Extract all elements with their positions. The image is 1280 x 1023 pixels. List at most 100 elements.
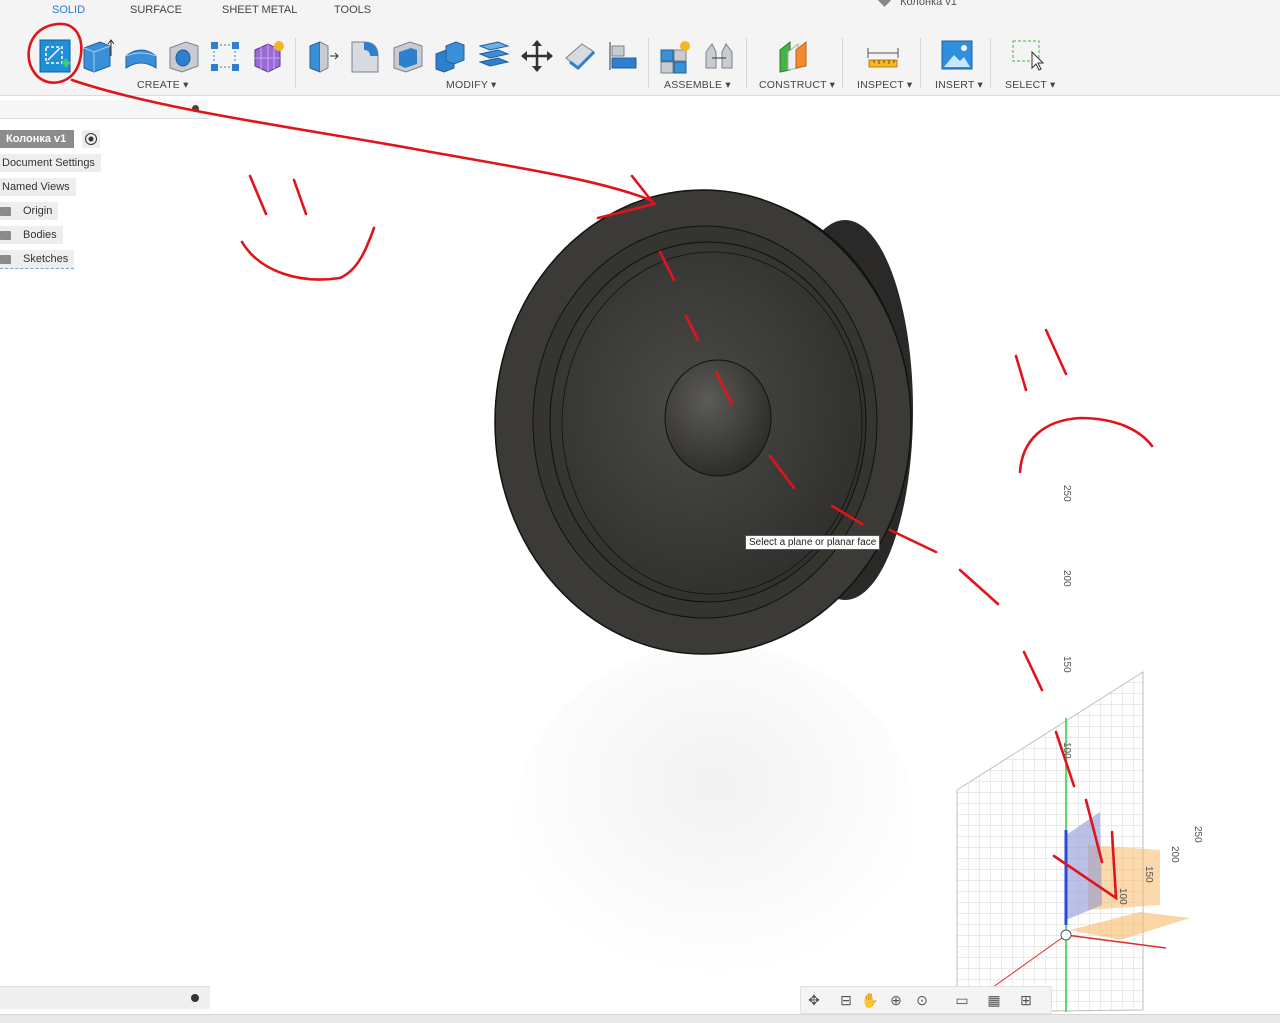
hole-button[interactable] xyxy=(166,38,200,74)
browser-item-document-settings[interactable]: Document Settings xyxy=(0,154,101,172)
toolbar-separator xyxy=(648,38,649,88)
select-menu[interactable]: SELECT ▾ xyxy=(1005,79,1055,91)
insert-image-button[interactable] xyxy=(940,38,974,74)
measure-icon xyxy=(867,48,899,68)
offset-face-icon xyxy=(565,43,596,70)
origin-point[interactable] xyxy=(1060,929,1072,941)
display-settings-icon[interactable]: ▭ xyxy=(953,992,971,1008)
grid-label: 100 xyxy=(1117,888,1128,905)
browser-item-sketches[interactable]: Sketches xyxy=(0,250,75,269)
create-menu[interactable]: CREATE ▾ xyxy=(137,79,189,91)
speaker-model[interactable] xyxy=(494,189,913,655)
annotation-smile-eye xyxy=(248,174,268,216)
browser-header xyxy=(0,100,208,119)
pan-icon[interactable]: ✋ xyxy=(861,992,879,1008)
insert-menu[interactable]: INSERT ▾ xyxy=(935,79,983,91)
origin-grid xyxy=(956,671,1190,1013)
annotation-frown-mouth xyxy=(1018,416,1154,474)
pattern-button[interactable] xyxy=(208,38,242,74)
annotation-dash xyxy=(658,250,676,282)
annotation-dash xyxy=(1022,650,1044,692)
construct-menu[interactable]: CONSTRUCT ▾ xyxy=(759,79,835,91)
assemble-menu[interactable]: ASSEMBLE ▾ xyxy=(664,79,731,91)
pattern-icon xyxy=(211,42,239,71)
new-component-icon xyxy=(660,41,690,74)
grid-label: 100 xyxy=(1061,742,1072,759)
annotation-arrow xyxy=(70,78,652,202)
revolve-button[interactable] xyxy=(124,38,158,74)
grid-label: 150 xyxy=(1061,656,1072,673)
fillet-button[interactable] xyxy=(348,38,382,74)
annotation-arrowhead xyxy=(596,174,657,220)
browser-item-origin[interactable]: Origin xyxy=(0,202,59,220)
folder-icon xyxy=(0,230,11,240)
grid-label: 200 xyxy=(1169,846,1180,863)
tab-sheet-metal[interactable]: SHEET METAL xyxy=(222,4,297,16)
orbit-icon[interactable]: ✥ xyxy=(805,992,823,1008)
toolbar: Колонка v1 SOLID SURFACE SHEET METAL TOO… xyxy=(0,0,1280,96)
shell-button[interactable] xyxy=(390,38,424,74)
browser-root-component[interactable]: Колонка v1 xyxy=(0,130,75,148)
select-icon xyxy=(1012,40,1045,71)
align-button[interactable] xyxy=(604,38,638,74)
floor-reflection xyxy=(515,645,915,995)
annotation-frown-eye xyxy=(1044,328,1068,376)
offset-plane-button[interactable] xyxy=(776,38,810,74)
grid-label: 250 xyxy=(1192,826,1203,843)
grid-labels: 250 200 150 100 250 200 150 100 xyxy=(1061,485,1203,905)
zoom-icon[interactable]: ⊕ xyxy=(887,992,905,1008)
annotation-arrowhead xyxy=(1052,830,1118,901)
fit-icon[interactable]: ⊙ xyxy=(913,992,931,1008)
combine-icon xyxy=(435,41,465,73)
insert-image-icon xyxy=(941,40,973,70)
move-icon xyxy=(521,40,553,72)
press-pull-button[interactable] xyxy=(306,38,340,74)
tab-solid[interactable]: SOLID xyxy=(52,4,85,16)
toolbar-separator xyxy=(746,38,747,88)
toolbar-separator xyxy=(990,38,991,88)
align-icon xyxy=(609,42,637,70)
revolve-icon xyxy=(125,49,157,69)
joint-button[interactable] xyxy=(702,38,736,74)
move-button[interactable] xyxy=(520,38,554,74)
create-form-button[interactable] xyxy=(250,38,284,74)
grid-label: 150 xyxy=(1143,866,1154,883)
grid-settings-icon[interactable]: ▦ xyxy=(985,992,1003,1008)
split-body-button[interactable] xyxy=(476,38,510,74)
tab-tools[interactable]: TOOLS xyxy=(334,4,371,16)
toolbar-separator xyxy=(842,38,843,88)
grid-label: 250 xyxy=(1061,485,1072,502)
annotation-dash xyxy=(1054,730,1076,788)
viewport-canvas[interactable]: 250 200 150 100 250 200 150 100 xyxy=(0,0,1280,1022)
measure-button[interactable] xyxy=(866,38,900,74)
select-button[interactable] xyxy=(1010,38,1045,74)
offset-face-button[interactable] xyxy=(562,38,596,74)
look-at-icon[interactable]: ⊟ xyxy=(837,992,855,1008)
annotation-dash xyxy=(768,454,796,490)
viewport-tooltip: Select a plane or planar face xyxy=(745,535,881,550)
navigation-bar: ✥ ⊟ ✋ ⊕ ⊙ ▭ ▦ ⊞ xyxy=(800,986,1052,1014)
modify-menu[interactable]: MODIFY ▾ xyxy=(446,79,496,91)
press-pull-icon xyxy=(309,41,339,73)
folder-icon xyxy=(0,206,11,216)
split-body-icon xyxy=(478,41,510,67)
toolbar-separator xyxy=(295,38,296,88)
annotation-frown-eye xyxy=(1014,354,1028,392)
browser-item-named-views[interactable]: Named Views xyxy=(0,178,76,196)
create-sketch-button[interactable] xyxy=(38,38,72,74)
hole-icon xyxy=(169,41,199,73)
annotation-dash xyxy=(830,504,864,526)
annotation-smile-mouth xyxy=(240,226,376,281)
combine-button[interactable] xyxy=(432,38,466,74)
extrude-button[interactable] xyxy=(80,38,115,74)
new-component-button[interactable] xyxy=(658,38,692,74)
tab-surface[interactable]: SURFACE xyxy=(130,4,182,16)
annotation-dash xyxy=(714,370,734,406)
browser-item-bodies[interactable]: Bodies xyxy=(0,226,63,244)
viewports-icon[interactable]: ⊞ xyxy=(1017,992,1035,1008)
add-comment-icon[interactable] xyxy=(191,994,199,1002)
activate-radio-icon[interactable] xyxy=(82,130,100,148)
inspect-menu[interactable]: INSPECT ▾ xyxy=(857,79,912,91)
grid-label: 200 xyxy=(1061,570,1072,587)
pin-icon[interactable] xyxy=(192,105,199,112)
